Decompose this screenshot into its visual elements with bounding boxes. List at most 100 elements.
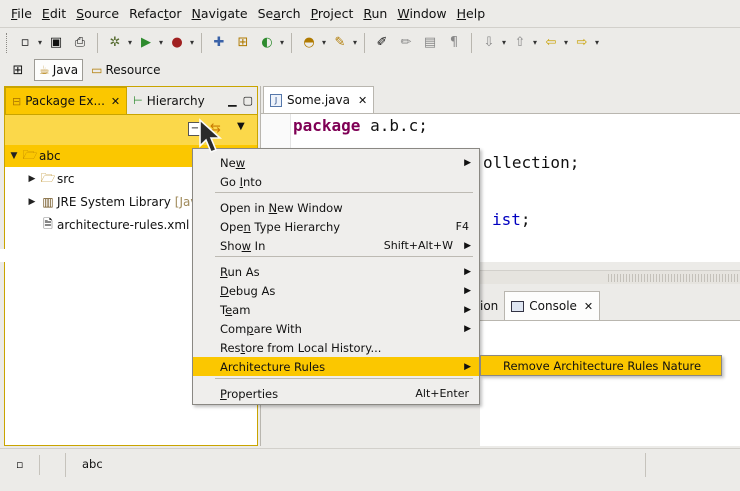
- menu-help[interactable]: Help: [452, 6, 491, 21]
- context-menu-item-label: Go Into: [220, 174, 262, 189]
- collapsed-arrow-icon[interactable]: ▶: [25, 174, 39, 184]
- close-icon[interactable]: ✕: [111, 95, 120, 108]
- context-menu-item-team[interactable]: Team ▶: [193, 300, 479, 319]
- tree-item-label: architecture-rules.xml: [57, 218, 190, 232]
- run-icon[interactable]: ▶: [136, 33, 163, 53]
- context-menu-item-compare-with[interactable]: Compare With ▶: [193, 319, 479, 338]
- context-menu-item-show-in[interactable]: Show In Shift+Alt+W ▶: [193, 236, 479, 255]
- prev-annotation-icon[interactable]: ⇧: [510, 33, 537, 53]
- console-content[interactable]: [480, 321, 740, 446]
- open-type-icon[interactable]: ◓: [299, 33, 326, 53]
- submenu-item-label: Remove Architecture Rules Nature: [503, 358, 702, 373]
- back-icon[interactable]: ⇦: [541, 33, 568, 53]
- context-menu-item-label: Open in New Window: [220, 200, 343, 215]
- menu-file[interactable]: File: [6, 6, 37, 21]
- submenu-item-remove-architecture-rules-nature[interactable]: Remove Architecture Rules Nature: [480, 355, 722, 376]
- context-menu-item-label: Restore from Local History...: [220, 340, 382, 355]
- code-line-2[interactable]: ollection;: [483, 153, 579, 172]
- tab-package-explorer[interactable]: ⊟ Package Ex... ✕: [5, 87, 128, 114]
- forward-icon[interactable]: ⇨: [572, 33, 599, 53]
- context-menu-item-architecture-rules[interactable]: Architecture Rules ▶: [193, 357, 479, 376]
- context-menu-item-label: Architecture Rules: [220, 359, 326, 374]
- perspective-java-label: Java: [52, 63, 79, 77]
- annotation-icon[interactable]: ✐: [372, 33, 392, 53]
- editor-tabs: J Some.java ✕: [261, 86, 740, 114]
- code-text: ollection;: [483, 153, 580, 172]
- menu-run[interactable]: Run: [358, 6, 392, 21]
- view-menu-chevron-down-icon[interactable]: ▼: [237, 121, 245, 132]
- accelerator-text: Shift+Alt+W: [383, 239, 453, 252]
- context-menu-item-label: New: [220, 155, 246, 170]
- context-menu: New ▶ Go Into Open in New Window Open Type H…: [192, 148, 480, 405]
- new-package-icon[interactable]: ⊞: [233, 33, 253, 53]
- context-menu-item-debug-as[interactable]: Debug As ▶: [193, 281, 479, 300]
- menu-search[interactable]: Search: [253, 6, 306, 21]
- code-keyword: package: [293, 116, 361, 135]
- new-wizard-icon[interactable]: ▫: [15, 33, 42, 53]
- search-icon[interactable]: ✎: [330, 33, 357, 53]
- context-menu-item-run-as[interactable]: Run As ▶: [193, 262, 479, 281]
- expanded-arrow-icon[interactable]: ▼: [7, 151, 21, 161]
- context-menu-item-open-in-new-window[interactable]: Open in New Window: [193, 198, 479, 217]
- tree-item-label: JRE System Library: [57, 195, 171, 209]
- next-annotation-icon[interactable]: ⇩: [479, 33, 506, 53]
- code-line-1[interactable]: package a.b.c;: [293, 116, 428, 135]
- perspective-resource-label: Resource: [105, 63, 161, 77]
- context-menu-item-open-type-hierarchy[interactable]: Open Type Hierarchy F4: [193, 217, 479, 236]
- project-folder-icon: 🗁: [22, 147, 38, 162]
- hierarchy-icon: ⊢: [133, 94, 143, 107]
- tab-package-explorer-label: Package Ex...: [25, 94, 105, 108]
- code-text: ;: [520, 210, 531, 229]
- context-menu-item-go-into[interactable]: Go Into: [193, 172, 479, 191]
- toolbar-grip[interactable]: [6, 32, 9, 53]
- menu-navigate[interactable]: Navigate: [187, 6, 253, 21]
- tree-item-label: src: [57, 172, 75, 186]
- menu-window[interactable]: Window: [392, 6, 451, 21]
- context-menu-item-label: Team: [220, 302, 251, 317]
- context-menu-item-properties[interactable]: Properties Alt+Enter: [193, 384, 479, 403]
- menu-project[interactable]: Project: [306, 6, 359, 21]
- debug-icon[interactable]: ✲: [105, 33, 132, 53]
- tab-partial[interactable]: ion: [480, 291, 504, 320]
- toolbar-separator: [201, 32, 202, 53]
- tab-hierarchy[interactable]: ⊢ Hierarchy: [127, 87, 211, 114]
- fast-view-icon[interactable]: ▫: [8, 455, 40, 475]
- external-tools-icon[interactable]: ●: [167, 33, 194, 53]
- save-icon[interactable]: ▣: [46, 33, 66, 53]
- new-class-icon[interactable]: ◐: [257, 33, 284, 53]
- scrollbar-thumb[interactable]: [608, 274, 738, 282]
- context-menu-item-restore-from-local-history[interactable]: Restore from Local History...: [193, 338, 479, 357]
- open-perspective-icon[interactable]: ⊞: [8, 60, 28, 80]
- new-java-project-icon[interactable]: ✚: [209, 33, 229, 53]
- maximize-icon[interactable]: ▢: [243, 94, 253, 107]
- menu-source[interactable]: Source: [71, 6, 124, 21]
- context-menu-item-label: Run As: [220, 264, 260, 279]
- collapsed-arrow-icon[interactable]: ▶: [25, 197, 39, 207]
- tab-console[interactable]: Console ✕: [504, 291, 601, 320]
- context-menu-item-label: Debug As: [220, 283, 276, 298]
- context-menu-item-new[interactable]: New ▶: [193, 153, 479, 172]
- print-icon[interactable]: ⎙: [70, 33, 90, 53]
- tab-hierarchy-label: Hierarchy: [146, 93, 205, 108]
- menu-refactor[interactable]: Refactor: [124, 6, 186, 21]
- library-icon: ▥: [42, 195, 54, 209]
- close-icon[interactable]: ✕: [358, 94, 367, 107]
- submenu-arrow-icon: ▶: [464, 361, 471, 372]
- horizontal-scrollbar[interactable]: [480, 270, 740, 284]
- accelerator-text: Alt+Enter: [415, 387, 469, 400]
- paragraph-icon[interactable]: ¶: [444, 33, 464, 53]
- show-source-icon[interactable]: ▤: [420, 33, 440, 53]
- menu-separator: [215, 256, 473, 257]
- highlight-icon[interactable]: ✏: [396, 33, 416, 53]
- tab-some-java[interactable]: J Some.java ✕: [263, 86, 375, 113]
- minimize-icon[interactable]: ▁: [228, 94, 236, 107]
- bottom-view-tabs: ion Console ✕: [480, 291, 740, 321]
- close-icon[interactable]: ✕: [584, 300, 593, 313]
- code-field: ist: [492, 210, 521, 229]
- perspective-resource[interactable]: ▭ Resource: [87, 59, 164, 81]
- code-line-3[interactable]: ist;: [492, 210, 531, 229]
- toolbar-separator: [291, 32, 292, 53]
- menu-edit[interactable]: Edit: [37, 6, 71, 21]
- menu-separator: [215, 378, 473, 379]
- perspective-java[interactable]: ☕ Java: [34, 59, 84, 81]
